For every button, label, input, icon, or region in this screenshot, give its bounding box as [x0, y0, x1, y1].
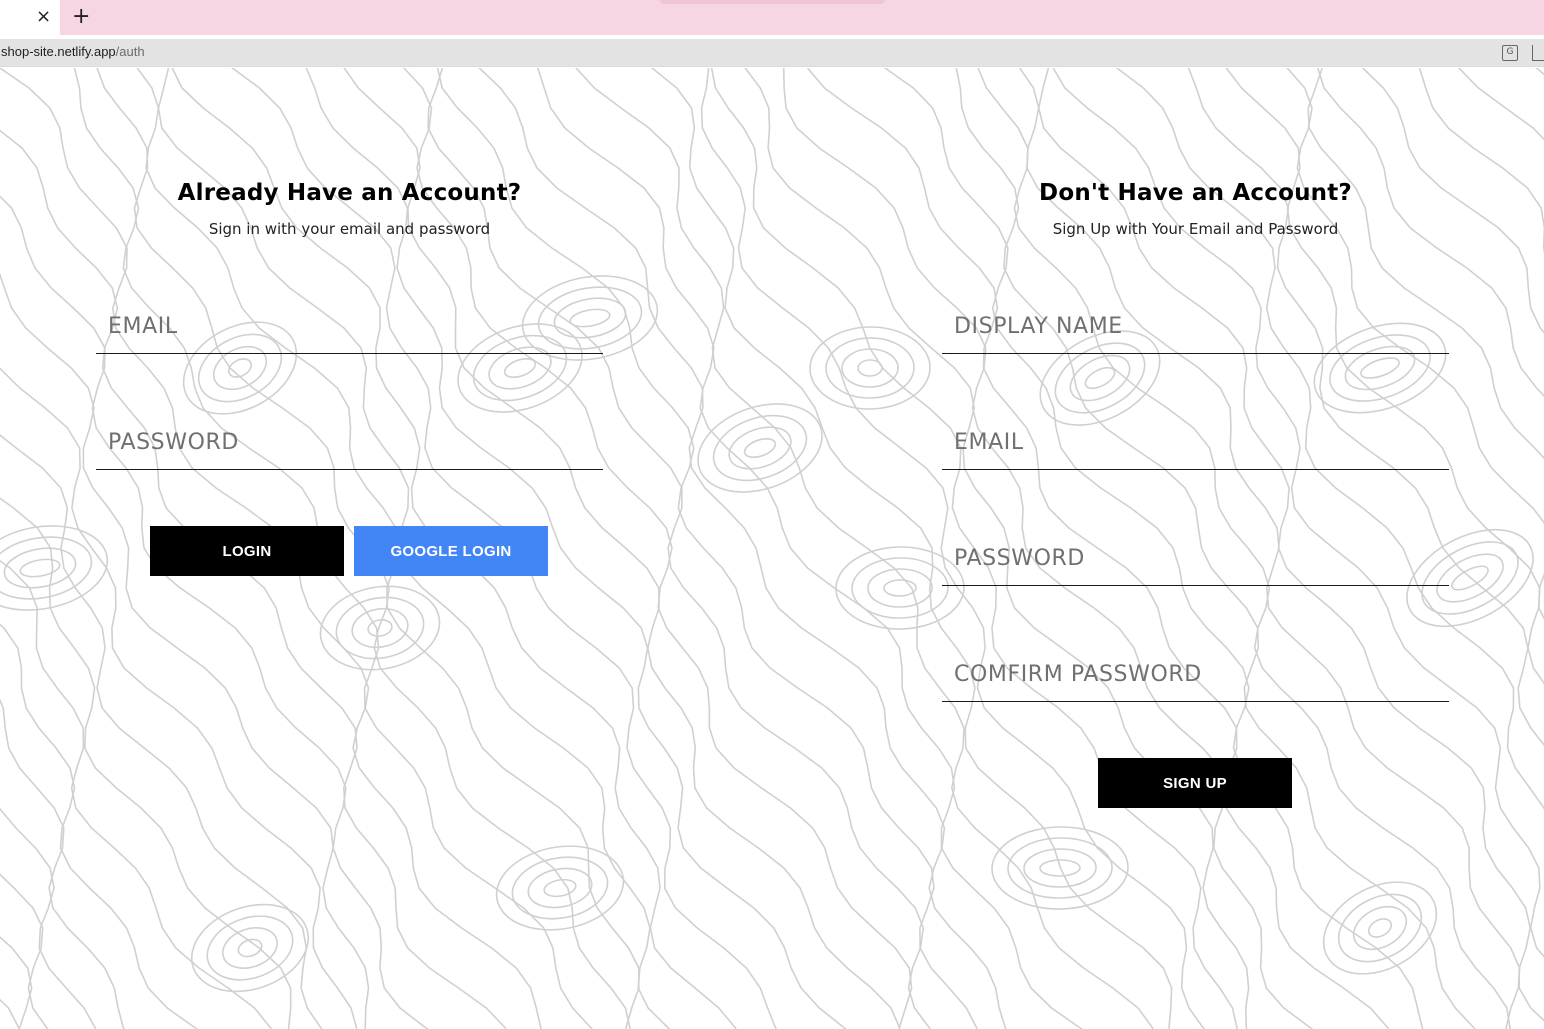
sign-up-password-field	[942, 530, 1449, 586]
contour-ring	[3, 547, 77, 589]
url-text[interactable]: shop-site.netlify.app/auth	[1, 44, 145, 59]
contour-ring	[227, 358, 253, 378]
contour-ring	[319, 585, 441, 671]
contour-ring	[1360, 357, 1400, 379]
contour-ring	[841, 348, 899, 388]
contour-ring	[367, 619, 393, 637]
confirm-password-field	[942, 646, 1449, 702]
contour-ring	[712, 414, 808, 482]
translate-icon[interactable]: G	[1502, 45, 1518, 61]
contour-ring	[527, 867, 593, 909]
contour-ring	[335, 596, 425, 660]
browser-toolbar: shop-site.netlify.app/auth G	[0, 35, 1544, 67]
login-button[interactable]: LOGIN	[150, 526, 344, 576]
contour-ring	[543, 878, 577, 898]
sign-up-email-field	[942, 414, 1449, 470]
sign-in-email-field	[96, 298, 603, 354]
contour-ring	[351, 607, 409, 649]
contour-ring	[1322, 881, 1438, 975]
contour-ring	[728, 426, 792, 470]
contour-line	[1458, 68, 1544, 141]
close-tab-icon[interactable]: ×	[36, 6, 54, 28]
sign-up-password-input[interactable]	[942, 530, 1449, 586]
sign-up-button[interactable]: SIGN UP	[1098, 758, 1292, 808]
sign-up-email-input[interactable]	[942, 414, 1449, 470]
confirm-password-input[interactable]	[942, 646, 1449, 702]
display-name-input[interactable]	[942, 298, 1449, 354]
tab-strip-highlight	[660, 0, 885, 4]
url-path: /auth	[115, 44, 145, 59]
contour-ring	[222, 927, 278, 969]
contour-ring	[697, 403, 823, 493]
contour-ring	[0, 525, 109, 611]
contour-ring	[511, 856, 609, 920]
google-login-button[interactable]: GOOGLE LOGIN	[354, 526, 548, 576]
contour-line	[0, 68, 2, 1029]
display-name-field	[942, 298, 1449, 354]
contour-ring	[743, 438, 777, 458]
auth-page: Already Have an Account? Sign in with yo…	[0, 68, 1544, 1029]
browser-tab[interactable]: ×	[0, 0, 60, 35]
browser-tab-bar: × +	[0, 0, 1544, 35]
contour-ring	[857, 359, 883, 377]
new-tab-button[interactable]: +	[72, 5, 92, 29]
contour-ring	[1337, 893, 1423, 963]
contour-ring	[851, 557, 949, 619]
sign-in-password-field	[96, 414, 603, 470]
sign-up-title: Don't Have an Account?	[1039, 180, 1352, 206]
contour-line	[0, 936, 33, 1029]
contour-ring	[19, 558, 61, 578]
url-host: shop-site.netlify.app	[1, 44, 116, 59]
contour-line	[1535, 68, 1544, 76]
address-bar[interactable]: shop-site.netlify.app/auth G	[0, 39, 1544, 66]
contour-ring	[1367, 918, 1393, 938]
sign-up-subtitle: Sign Up with Your Email and Password	[1052, 220, 1339, 238]
sign-in-password-input[interactable]	[96, 414, 603, 470]
contour-line	[0, 998, 20, 1029]
sign-in-title: Already Have an Account?	[177, 180, 522, 206]
sign-in-subtitle: Sign in with your email and password	[208, 220, 491, 238]
contour-ring	[190, 903, 310, 993]
share-icon[interactable]	[1532, 45, 1544, 61]
sign-in-email-input[interactable]	[96, 298, 603, 354]
